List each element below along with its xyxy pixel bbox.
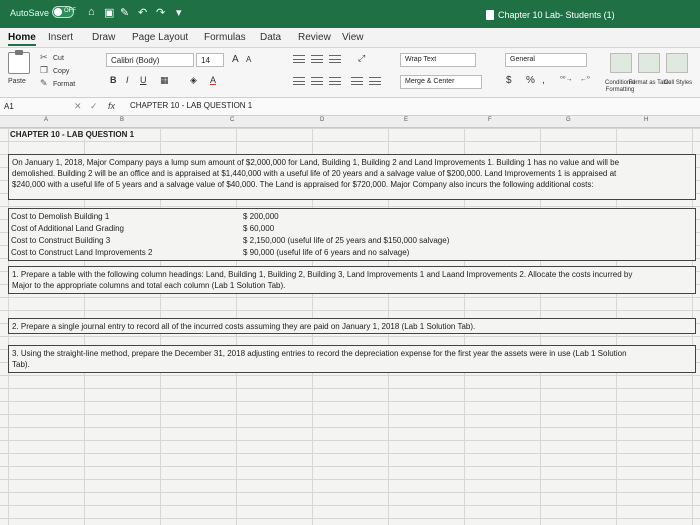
column-e[interactable]: E <box>404 117 408 123</box>
costs-table: Cost to Demolish Building 1 $ 200,000 Co… <box>8 208 696 261</box>
cost-label[interactable]: Cost to Construct Land Improvements 2 <box>11 248 152 257</box>
cost-value[interactable]: $ 200,000 <box>243 212 279 221</box>
tab-draw[interactable]: Draw <box>92 32 115 43</box>
cost-value[interactable]: $ 90,000 (useful life of 6 years and no … <box>243 248 409 257</box>
column-f[interactable]: F <box>488 117 492 123</box>
column-a[interactable]: A <box>44 117 48 123</box>
customize-qat-icon[interactable]: ▾ <box>176 6 182 19</box>
copy-button[interactable]: ❐ Copy <box>40 65 69 76</box>
sheet-title-cell[interactable]: CHAPTER 10 - LAB QUESTION 1 <box>10 130 135 139</box>
paste-icon[interactable] <box>8 50 30 74</box>
cell-styles-icon[interactable] <box>666 53 688 73</box>
italic-button[interactable]: I <box>126 75 129 85</box>
name-box[interactable]: A1 <box>2 100 54 114</box>
paste-button[interactable]: Paste <box>8 78 26 85</box>
question-2-text: 2. Prepare a single journal entry to rec… <box>12 322 476 331</box>
font-color-button[interactable]: A <box>210 75 216 85</box>
currency-button[interactable]: $ <box>506 75 512 86</box>
question-1-cell[interactable]: 1. Prepare a table with the following co… <box>8 266 696 294</box>
tab-insert[interactable]: Insert <box>48 32 73 43</box>
intro-paragraph-cell[interactable]: On January 1, 2018, Major Company pays a… <box>8 154 696 200</box>
underline-button[interactable]: U <box>140 75 147 85</box>
increase-indent-icon[interactable] <box>368 75 382 87</box>
toggle-knob <box>54 8 62 16</box>
number-format-select[interactable]: General <box>505 53 587 67</box>
brush-icon: ✎ <box>40 78 48 88</box>
decrease-decimal-icon[interactable]: ←⁰ <box>580 75 590 83</box>
tab-home[interactable]: Home <box>8 32 36 46</box>
borders-icon[interactable]: ▦ <box>160 75 169 86</box>
merge-center-button[interactable]: Merge & Center <box>400 75 482 89</box>
cost-label[interactable]: Cost to Demolish Building 1 <box>11 212 109 221</box>
intro-line-1: On January 1, 2018, Major Company pays a… <box>12 158 620 167</box>
grow-font-button[interactable]: A <box>232 54 239 65</box>
wrap-text-button[interactable]: Wrap Text <box>400 53 476 67</box>
save-icon[interactable]: ▣ <box>104 6 114 19</box>
scissors-icon: ✂ <box>40 52 48 62</box>
tab-page-layout[interactable]: Page Layout <box>132 32 188 43</box>
ribbon: Paste ✂ Cut ❐ Copy ✎ Format Calibri (Body) … <box>0 48 700 98</box>
question-1-line-1: 1. Prepare a table with the following co… <box>12 270 633 279</box>
formula-bar: A1 ✕ ✓ fx CHAPTER 10 - LAB QUESTION 1 <box>0 98 700 116</box>
column-g[interactable]: G <box>566 117 571 123</box>
column-c[interactable]: C <box>230 117 234 123</box>
cost-label[interactable]: Cost of Additional Land Grading <box>11 224 124 233</box>
tab-formulas[interactable]: Formulas <box>204 32 246 43</box>
undo-icon[interactable]: ↶ <box>138 6 147 19</box>
column-b[interactable]: B <box>120 117 124 123</box>
font-name-select[interactable]: Calibri (Body) <box>106 53 194 67</box>
align-bottom-icon[interactable] <box>328 53 342 65</box>
intro-line-3: $240,000 with a useful life of 5 years a… <box>12 180 594 189</box>
orientation-icon[interactable]: ⤢ <box>358 53 365 64</box>
formula-content[interactable]: CHAPTER 10 - LAB QUESTION 1 <box>130 101 252 110</box>
increase-decimal-icon[interactable]: ⁰⁰→ <box>560 75 573 83</box>
insert-function-button[interactable]: fx <box>108 101 115 111</box>
question-3-line-1: 3. Using the straight-line method, prepa… <box>12 349 627 358</box>
ribbon-tabs: Home Insert Draw Page Layout Formulas Da… <box>0 28 700 48</box>
font-size-select[interactable]: 14 <box>196 53 224 67</box>
home-icon[interactable]: ⌂ <box>88 6 95 18</box>
tab-review[interactable]: Review <box>298 32 331 43</box>
cell-styles-label[interactable]: Cell Styles <box>656 80 700 87</box>
intro-line-2: demolished. Building 2 will be an office… <box>12 169 617 178</box>
autosave-state: OFF <box>64 8 76 14</box>
bold-button[interactable]: B <box>110 75 117 85</box>
align-top-icon[interactable] <box>292 53 306 65</box>
shrink-font-button[interactable]: A <box>246 55 251 64</box>
document-icon <box>486 10 494 20</box>
question-3-line-2: Tab). <box>12 360 30 369</box>
format-painter-button[interactable]: ✎ Format <box>40 78 75 89</box>
edit-icon[interactable]: ✎ <box>120 6 129 19</box>
comma-button[interactable]: , <box>542 75 545 86</box>
format-as-table-icon[interactable] <box>638 53 660 73</box>
redo-icon[interactable]: ↷ <box>156 6 165 19</box>
align-left-icon[interactable] <box>292 75 306 87</box>
cost-value[interactable]: $ 60,000 <box>243 224 274 233</box>
cancel-icon[interactable]: ✕ <box>74 101 82 112</box>
align-middle-icon[interactable] <box>310 53 324 65</box>
column-d[interactable]: D <box>320 117 324 123</box>
question-3-cell[interactable]: 3. Using the straight-line method, prepa… <box>8 345 696 373</box>
question-2-cell[interactable]: 2. Prepare a single journal entry to rec… <box>8 318 696 334</box>
autosave-toggle[interactable]: OFF <box>52 6 76 18</box>
question-1-line-2: Major to the appropriate columns and tot… <box>12 281 286 290</box>
conditional-formatting-icon[interactable] <box>610 53 632 73</box>
cost-value[interactable]: $ 2,150,000 (useful life of 25 years and… <box>243 236 449 245</box>
fill-color-icon[interactable]: ◈ <box>190 75 197 86</box>
copy-icon: ❐ <box>40 65 49 75</box>
cut-button[interactable]: ✂ Cut <box>40 52 64 63</box>
enter-icon[interactable]: ✓ <box>90 101 98 112</box>
tab-data[interactable]: Data <box>260 32 281 43</box>
align-center-icon[interactable] <box>310 75 324 87</box>
autosave-label: AutoSave <box>10 8 50 18</box>
column-h[interactable]: H <box>644 117 648 123</box>
cost-label[interactable]: Cost to Construct Building 3 <box>11 236 110 245</box>
document-title: Chapter 10 Lab- Students (1) <box>498 10 615 20</box>
column-header: A B C D E F G H <box>0 116 700 128</box>
percent-button[interactable]: % <box>526 75 535 86</box>
tab-view[interactable]: View <box>342 32 364 43</box>
align-right-icon[interactable] <box>328 75 342 87</box>
title-bar: AutoSave OFF ⌂ ▣ ✎ ↶ ↷ ▾ Chapter 10 Lab-… <box>0 0 700 28</box>
decrease-indent-icon[interactable] <box>350 75 364 87</box>
